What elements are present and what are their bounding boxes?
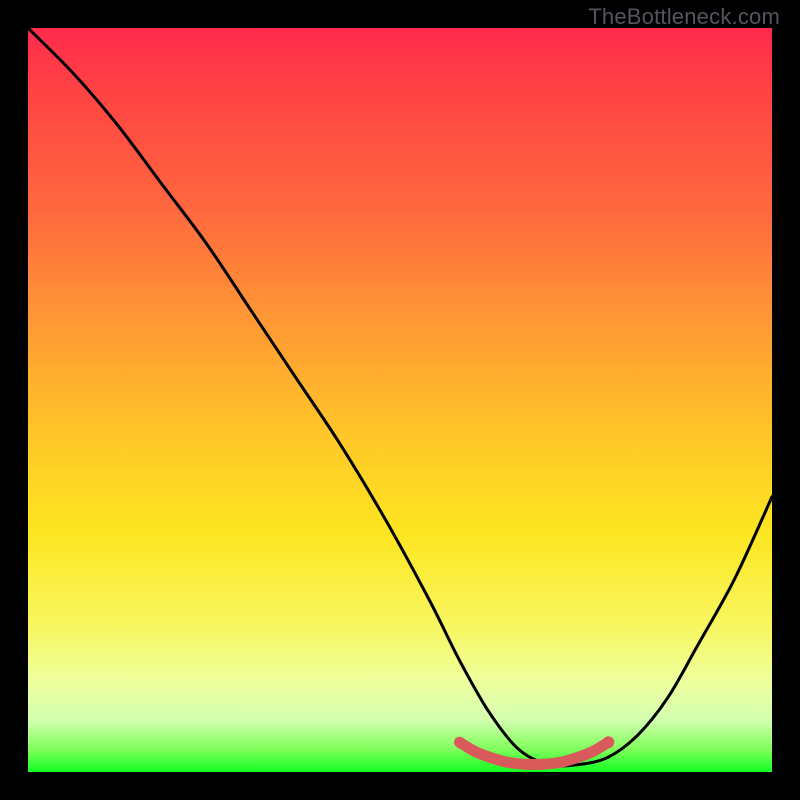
plot-area [28,28,772,772]
watermark-text: TheBottleneck.com [588,4,780,30]
optimal-range-end-dot [602,736,614,748]
bottleneck-curve [28,28,772,766]
curve-layer [28,28,772,772]
chart-frame: TheBottleneck.com [0,0,800,800]
optimal-range-highlight [460,742,609,764]
